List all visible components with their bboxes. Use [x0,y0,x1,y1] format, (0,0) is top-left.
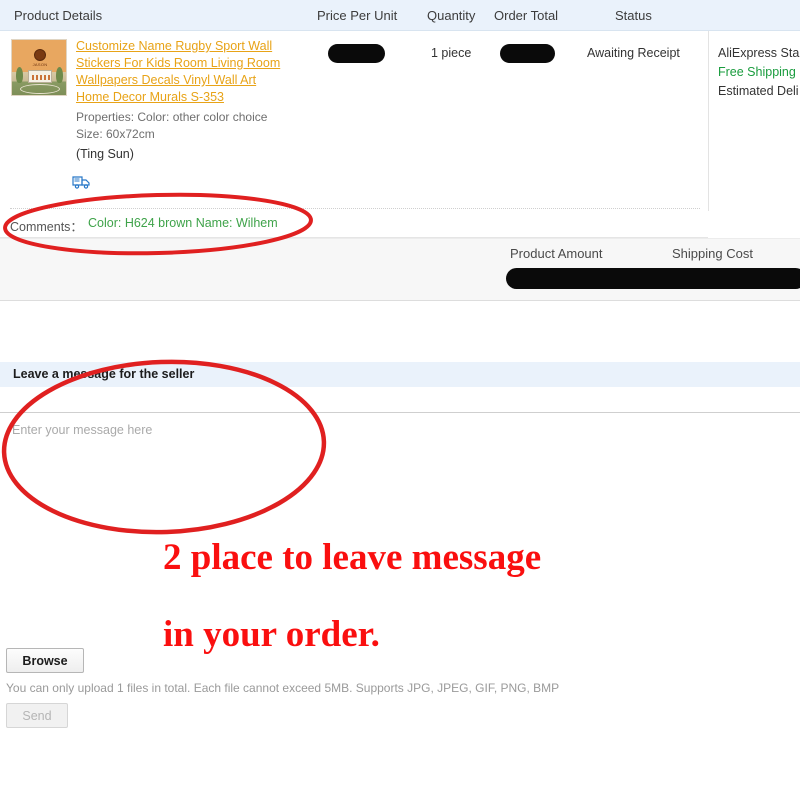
message-input[interactable] [0,412,800,640]
product-title-line-4[interactable]: Home Decor Murals S-353 [76,89,306,106]
truck-icon[interactable] [72,174,92,190]
thumbnail-tree-left [16,67,23,83]
product-amount-label: Product Amount [510,246,603,261]
quantity-value: 1 piece [431,46,472,60]
free-shipping-label: Free Shipping [718,65,796,79]
leave-message-title: Leave a message for the seller [13,367,195,381]
product-buyer-name: (Ting Sun) [76,147,134,161]
leave-message-header: Leave a message for the seller [0,362,800,387]
order-total-redaction [500,44,555,63]
product-title-line-2[interactable]: Stickers For Kids Room Living Room [76,55,306,72]
send-button[interactable]: Send [6,703,68,728]
browse-button[interactable]: Browse [6,648,84,673]
row-column-divider [708,31,709,211]
product-properties: Properties: Color: other color choice [76,110,268,124]
comments-label: Comments： [10,220,83,234]
product-size: Size: 60x72cm [76,127,155,141]
column-header-quantity: Quantity [427,8,476,23]
column-header-order-total: Order Total [494,8,559,23]
order-table-header: Product Details Price Per Unit Quantity … [0,0,800,31]
comments-value: Color: H624 brown Name: Wilhem [88,216,278,230]
status-value: Awaiting Receipt [587,46,680,60]
shipping-cost-label: Shipping Cost [672,246,753,261]
shipping-info: AliExpress Sta Free Shipping Estimated D… [718,44,800,101]
column-header-product-details: Product Details [14,8,103,23]
thumbnail-field [20,84,60,94]
thumbnail-brand-text: JASON [32,62,48,67]
price-per-unit-redaction [328,44,385,63]
thumbnail-rugby-ball-icon [34,49,46,61]
column-header-price-per-unit: Price Per Unit [317,8,398,23]
thumbnail-tree-right [56,67,63,83]
shipping-carrier: AliExpress Sta [718,46,800,60]
leave-message-panel: Leave a message for the seller [0,362,800,652]
thumbnail-building [28,70,52,83]
product-info: Customize Name Rugby Sport Wall Stickers… [76,38,306,164]
summary-amounts-redaction [506,268,800,289]
column-header-status: Status [615,8,652,23]
order-comments-row: Comments： Color: H624 brown Name: Wilhem [0,209,708,238]
product-title-line-1[interactable]: Customize Name Rugby Sport Wall [76,38,306,55]
upload-restrictions-hint: You can only upload 1 files in total. Ea… [6,681,560,695]
product-thumbnail[interactable]: JASON [11,39,67,96]
product-title-line-3[interactable]: Wallpapers Decals Vinyl Wall Art [76,72,306,89]
order-panel: Product Details Price Per Unit Quantity … [0,0,800,301]
estimated-delivery-label: Estimated Deli [718,84,799,98]
